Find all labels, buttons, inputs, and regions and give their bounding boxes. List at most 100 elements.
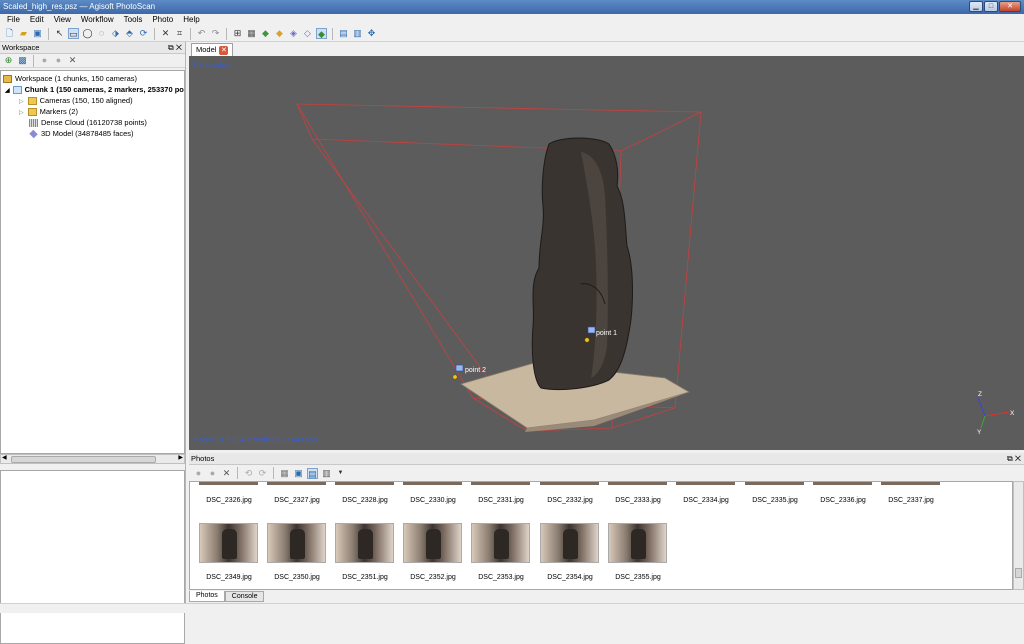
expand-arrow-icon[interactable]: ▷ [19, 99, 24, 105]
photo-name[interactable]: DSC_2330.jpg [399, 497, 467, 504]
tree-item-markers[interactable]: ▷ Markers (2) [1, 106, 184, 117]
details-icon[interactable]: ▤ [307, 467, 318, 479]
resize-region-icon[interactable]: ⬘ [124, 28, 135, 39]
new-file-icon[interactable]: 🗋 [4, 28, 15, 39]
photo-name[interactable]: DSC_2352.jpg [399, 574, 467, 581]
main-toolbar: 🗋 ▰ ▣ ↖ ▭ ◯ ◌ ⬗ ⬘ ⟳ ✕ ⌗ ↶ ↷ ⊞ ▦ ◆ ◆ ◈ ◇ … [0, 26, 1024, 42]
wireframe-model-icon[interactable]: ◇ [302, 28, 313, 39]
add-photos-icon[interactable]: ▩ [17, 55, 28, 66]
scrollbar-thumb[interactable] [1015, 568, 1022, 578]
scroll-left-icon[interactable]: ◀ [2, 454, 7, 461]
chunk-icon [12, 86, 22, 95]
menu-workflow[interactable]: Workflow [76, 14, 119, 26]
photo-name[interactable]: DSC_2334.jpg [672, 497, 740, 504]
open-folder-icon[interactable]: ▰ [18, 28, 29, 39]
tree-item-3d-model[interactable]: 3D Model (34878485 faces) [1, 128, 184, 139]
show-cameras-icon[interactable]: ⊞ [232, 28, 243, 39]
view-mode-icon[interactable]: ▥ [321, 468, 332, 479]
solid-model-icon[interactable]: ◈ [288, 28, 299, 39]
photo-thumbnail[interactable] [335, 523, 394, 563]
photo-thumbnail[interactable] [199, 523, 258, 563]
rectangle-selection-icon[interactable]: ▭ [68, 28, 79, 39]
navigation-pointer-icon[interactable]: ↖ [54, 28, 65, 39]
tree-horizontal-scrollbar[interactable]: ◀ ▶ [0, 454, 185, 464]
rotate-right-icon[interactable]: ⟳ [257, 468, 268, 479]
photo-name[interactable]: DSC_2355.jpg [604, 574, 672, 581]
close-tab-icon[interactable]: ✕ [219, 45, 229, 55]
move-region-icon[interactable]: ⬗ [110, 28, 121, 39]
panel-controls[interactable]: ⧉ ✕ [1007, 453, 1021, 465]
panel-controls[interactable]: ⧉ ✕ [168, 42, 182, 54]
thumbnails-icon[interactable]: ▣ [293, 468, 304, 479]
photo-name[interactable]: DSC_2328.jpg [331, 497, 399, 504]
photo-name[interactable]: DSC_2327.jpg [263, 497, 331, 504]
photo-name[interactable]: DSC_2335.jpg [741, 497, 809, 504]
dropdown-icon[interactable]: ▼ [335, 468, 346, 479]
rotate-region-icon[interactable]: ⟳ [138, 28, 149, 39]
photo-name[interactable]: DSC_2354.jpg [536, 574, 604, 581]
photo-thumbnail[interactable] [267, 523, 326, 563]
photo-name[interactable]: DSC_2337.jpg [877, 497, 945, 504]
show-markers-icon[interactable]: ▤ [338, 28, 349, 39]
menu-view[interactable]: View [49, 14, 76, 26]
add-chunk-icon[interactable]: ⊕ [3, 55, 14, 66]
tree-item-chunk[interactable]: ◢ Chunk 1 (150 cameras, 2 markers, 253370… [1, 84, 184, 95]
photo-name[interactable]: DSC_2331.jpg [467, 497, 535, 504]
free-form-selection-icon[interactable]: ◌ [96, 28, 107, 39]
photo-thumbnail[interactable] [608, 523, 667, 563]
photo-name[interactable]: DSC_2351.jpg [331, 574, 399, 581]
menu-edit[interactable]: Edit [25, 14, 49, 26]
tab-model[interactable]: Model ✕ [191, 43, 234, 56]
tree-item-dense-cloud[interactable]: Dense Cloud (16120738 points) [1, 117, 184, 128]
remove-icon[interactable]: ✕ [67, 55, 78, 66]
disable-icon[interactable]: ● [53, 55, 64, 66]
photo-thumbnail[interactable] [471, 523, 530, 563]
photo-name[interactable]: DSC_2350.jpg [263, 574, 331, 581]
tab-console[interactable]: Console [224, 591, 265, 602]
menu-photo[interactable]: Photo [147, 14, 178, 26]
undo-icon[interactable]: ↶ [196, 28, 207, 39]
menu-help[interactable]: Help [178, 14, 204, 26]
save-icon[interactable]: ▣ [32, 28, 43, 39]
point-cloud-icon[interactable]: ▦ [246, 28, 257, 39]
show-region-icon[interactable]: ▥ [352, 28, 363, 39]
mask-icon[interactable]: ▦ [279, 468, 290, 479]
scroll-right-icon[interactable]: ▶ [178, 454, 183, 461]
tab-photos[interactable]: Photos [189, 591, 225, 602]
photo-thumbnail[interactable] [403, 523, 462, 563]
photo-name[interactable]: DSC_2336.jpg [809, 497, 877, 504]
photo-thumbnail[interactable] [540, 523, 599, 563]
delete-selection-icon[interactable]: ✕ [160, 28, 171, 39]
menu-tools[interactable]: Tools [119, 14, 148, 26]
remove-camera-icon[interactable]: ✕ [221, 468, 232, 479]
expand-arrow-icon[interactable]: ▷ [19, 110, 24, 116]
photo-name[interactable]: DSC_2326.jpg [195, 497, 263, 504]
tree-item-workspace[interactable]: Workspace (1 chunks, 150 cameras) [1, 73, 184, 84]
dense-cloud-icon[interactable]: ◆ [260, 28, 271, 39]
photo-name[interactable]: DSC_2333.jpg [604, 497, 672, 504]
photo-name[interactable]: DSC_2353.jpg [467, 574, 535, 581]
disable-camera-icon[interactable]: ● [207, 468, 218, 479]
menu-file[interactable]: File [2, 14, 25, 26]
photos-vertical-scrollbar[interactable] [1013, 481, 1024, 590]
enable-icon[interactable]: ● [39, 55, 50, 66]
collapse-arrow-icon[interactable]: ◢ [5, 88, 10, 94]
enable-camera-icon[interactable]: ● [193, 468, 204, 479]
photo-name[interactable]: DSC_2332.jpg [536, 497, 604, 504]
folder-icon [27, 108, 37, 117]
statue-model[interactable] [531, 137, 633, 391]
minimize-button[interactable]: ▁ [969, 1, 983, 12]
maximize-button[interactable]: □ [984, 1, 998, 12]
shaded-model-icon[interactable]: ◆ [274, 28, 285, 39]
photo-name[interactable]: DSC_2349.jpg [195, 574, 263, 581]
model-viewport[interactable]: Perspective point 1 point 2 Z X Y Faces:… [189, 56, 1024, 450]
redo-icon[interactable]: ↷ [210, 28, 221, 39]
rotate-left-icon[interactable]: ⟲ [243, 468, 254, 479]
close-button[interactable]: ✕ [999, 1, 1021, 12]
scrollbar-thumb[interactable] [11, 456, 156, 463]
textured-model-icon[interactable]: ◆ [316, 28, 327, 39]
circle-selection-icon[interactable]: ◯ [82, 28, 93, 39]
reset-view-icon[interactable]: ✥ [366, 28, 377, 39]
tree-item-cameras[interactable]: ▷ Cameras (150, 150 aligned) [1, 95, 184, 106]
crop-selection-icon[interactable]: ⌗ [174, 28, 185, 39]
